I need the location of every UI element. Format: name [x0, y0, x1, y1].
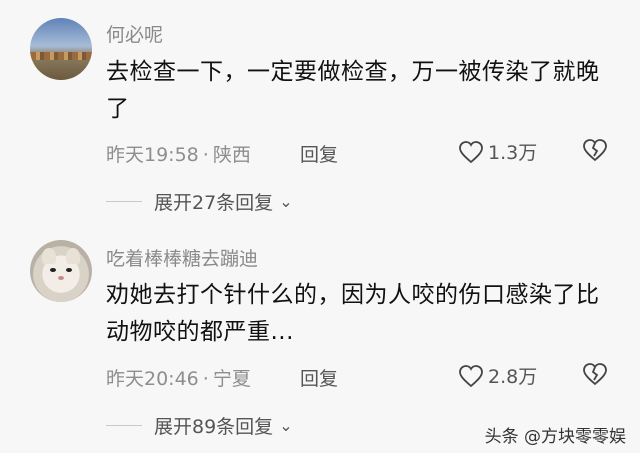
- like-count: 2.8万: [488, 366, 538, 388]
- comment-text: 去检查一下，一定要做检查，万一被传染了就晚了: [106, 59, 600, 122]
- expand-replies-label: 展开89条回复: [154, 416, 274, 438]
- heart-outline-icon: [459, 364, 483, 387]
- meta-separator: ·: [202, 144, 209, 166]
- dislike-button[interactable]: [582, 362, 608, 390]
- cat-eye: [66, 268, 72, 272]
- dislike-button[interactable]: [582, 138, 608, 166]
- comment-time: 昨天20:46: [106, 368, 199, 390]
- expand-replies-label: 展开27条回复: [154, 192, 274, 214]
- chevron-down-icon: ⌄: [279, 416, 293, 435]
- broken-heart-icon: [583, 139, 607, 162]
- username[interactable]: 何必呢: [106, 20, 163, 47]
- comment-location: 陕西: [212, 144, 251, 166]
- comment-location: 宁夏: [212, 368, 251, 390]
- reply-button[interactable]: 回复: [300, 140, 338, 167]
- cat-ear: [42, 248, 56, 264]
- avatar[interactable]: [30, 18, 92, 80]
- comment-meta: 昨天20:46 · 宁夏: [106, 364, 251, 391]
- heart-outline-icon: [459, 140, 483, 163]
- broken-heart-icon: [583, 363, 607, 386]
- like-button[interactable]: 1.3万: [458, 138, 537, 165]
- avatar[interactable]: [30, 240, 92, 302]
- comment-text: 劝她去打个针什么的，因为人咬的伤口感染了比动物咬的都严重...: [106, 282, 600, 345]
- watermark: 头条 @方块零零娱: [484, 427, 626, 447]
- like-count: 1.3万: [488, 142, 538, 164]
- divider-line: [106, 201, 142, 202]
- comment-meta: 昨天19:58 · 陕西: [106, 140, 251, 167]
- meta-separator: ·: [202, 368, 209, 390]
- cat-ear: [66, 248, 80, 264]
- username[interactable]: 吃着棒棒糖去蹦迪: [106, 244, 258, 271]
- cat-eye: [50, 268, 56, 272]
- expand-replies-button[interactable]: 展开89条回复 ⌄: [106, 412, 293, 439]
- comment-time: 昨天19:58: [106, 144, 199, 166]
- cat-nose: [58, 276, 64, 280]
- expand-replies-button[interactable]: 展开27条回复 ⌄: [106, 188, 293, 215]
- reply-button[interactable]: 回复: [300, 364, 338, 391]
- like-button[interactable]: 2.8万: [458, 362, 537, 389]
- chevron-down-icon: ⌄: [279, 192, 293, 211]
- divider-line: [106, 425, 142, 426]
